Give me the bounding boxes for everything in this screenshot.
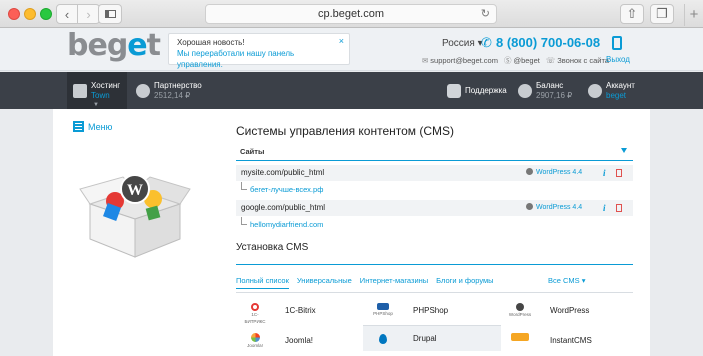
cms-item-phpshop[interactable]: PHPShop PHPShop xyxy=(371,297,501,323)
coins-icon xyxy=(518,83,532,98)
address-bar[interactable]: cp.beget.com ↻ xyxy=(205,4,497,24)
tabs-icon: ❐ xyxy=(656,6,668,21)
user-icon xyxy=(588,83,602,98)
skype-icon: Ⓢ xyxy=(503,56,512,65)
beget-logo[interactable]: beget xyxy=(67,28,161,63)
divider xyxy=(236,264,633,265)
main-navbar: Хостинг Town ▼ Партнерство 2512,14 ₽ Подде… xyxy=(0,72,703,109)
menu-button[interactable]: Меню xyxy=(73,121,112,132)
svg-text:W: W xyxy=(127,182,143,199)
info-icon[interactable]: i xyxy=(603,165,606,181)
filter-icon[interactable] xyxy=(621,148,627,153)
exit-link[interactable]: Выход xyxy=(606,55,630,64)
divider xyxy=(236,292,633,293)
phone-number[interactable]: 8 (800) 700-06-08 xyxy=(496,35,600,50)
share-button[interactable]: ⇧ xyxy=(620,4,644,24)
tab-full-list[interactable]: Полный список xyxy=(236,276,289,289)
cms-item-drupal[interactable]: Drupal xyxy=(363,325,501,351)
drupal-logo xyxy=(371,332,395,346)
tree-connector xyxy=(241,217,247,225)
site-header: beget Хорошая новость! Мы переработали н… xyxy=(0,28,703,71)
tree-connector xyxy=(241,182,247,190)
cms-item-joomla[interactable]: Joomla! Joomla! xyxy=(243,327,363,353)
all-cms-dropdown[interactable]: Все CMS ▾ xyxy=(548,276,586,285)
site-path: mysite.com/public_html xyxy=(241,168,325,177)
cms-item-1c-bitrix[interactable]: 1C-БИТРИКС 1C-Bitrix xyxy=(243,297,363,324)
tab-universal[interactable]: Универсальные xyxy=(297,276,352,289)
site-path: google.com/public_html xyxy=(241,203,326,212)
forward-button[interactable]: › xyxy=(78,4,100,24)
support-icon xyxy=(447,83,461,98)
nav-account[interactable]: Аккаунт beget xyxy=(582,72,642,109)
tab-blogs-forums[interactable]: Блоги и форумы xyxy=(436,276,493,289)
reload-icon[interactable]: ↻ xyxy=(481,5,490,23)
cms-item-instantcms[interactable]: InstantCMS xyxy=(508,327,633,353)
new-tab-button[interactable]: + xyxy=(684,4,703,26)
partner-icon xyxy=(136,83,150,98)
wordpress-icon xyxy=(526,203,533,210)
menu-icon xyxy=(73,121,84,132)
wordpress-logo: WordPress xyxy=(508,303,532,317)
server-icon xyxy=(73,83,87,98)
site-row[interactable]: google.com/public_html WordPress 4.4 i xyxy=(236,200,633,216)
site-row[interactable]: mysite.com/public_html WordPress 4.4 i xyxy=(236,165,633,181)
country-select[interactable]: Россия ▾ xyxy=(442,38,483,49)
info-icon[interactable]: i xyxy=(603,200,606,216)
share-icon: ⇧ xyxy=(626,6,638,21)
cms-box-illustration: W xyxy=(79,174,191,258)
instantcms-logo xyxy=(508,333,532,347)
browser-toolbar: ‹ › cp.beget.com ↻ ⇧ ❐ + xyxy=(0,0,703,28)
news-notification: Хорошая новость! Мы переработали нашу па… xyxy=(168,33,350,69)
site-domain-link[interactable]: hellomydiarfriend.com xyxy=(250,220,323,229)
cms-category-tabs: Полный список Универсальные Интернет-маг… xyxy=(236,276,633,289)
site-domain-link[interactable]: бегет-лучше-всех.рф xyxy=(250,185,323,194)
sidebar-toggle-button[interactable] xyxy=(98,4,122,24)
site-cms-link[interactable]: WordPress 4.4 xyxy=(526,165,582,181)
back-button[interactable]: ‹ xyxy=(56,4,78,24)
wordpress-icon xyxy=(526,168,533,175)
phone-small-icon: ☏ xyxy=(545,56,556,65)
joomla-logo: Joomla! xyxy=(243,333,267,348)
chevron-right-icon: › xyxy=(86,6,91,22)
page-title: Системы управления контентом (CMS) xyxy=(236,124,455,138)
nav-balance[interactable]: Баланс 2907,16 ₽ xyxy=(512,72,582,109)
trash-icon[interactable] xyxy=(616,204,622,212)
chevron-left-icon: ‹ xyxy=(64,6,70,22)
install-cms-title: Установка CMS xyxy=(236,242,309,253)
zoom-window-button[interactable] xyxy=(40,8,52,20)
nav-hosting[interactable]: Хостинг Town ▼ xyxy=(67,72,127,109)
sidebar-icon xyxy=(104,10,116,18)
skype-link[interactable]: Ⓢ @beget xyxy=(504,55,540,66)
tab-e-shops[interactable]: Интернет-магазины xyxy=(360,276,428,289)
bitrix-logo: 1C-БИТРИКС xyxy=(243,303,267,324)
phpshop-logo: PHPShop xyxy=(371,303,395,317)
nav-support[interactable]: Поддержка xyxy=(441,72,511,109)
close-icon[interactable]: × xyxy=(339,36,344,47)
trash-icon[interactable] xyxy=(616,169,622,177)
news-message-link[interactable]: Мы переработали нашу панель управления. xyxy=(177,48,341,70)
cms-item-wordpress[interactable]: WordPress WordPress xyxy=(508,297,633,323)
minimize-window-button[interactable] xyxy=(24,8,36,20)
site-cms-link[interactable]: WordPress 4.4 xyxy=(526,200,582,216)
news-title: Хорошая новость! xyxy=(177,38,245,47)
email-link[interactable]: ✉ support@beget.com xyxy=(422,56,498,65)
callback-link[interactable]: ☏ Звонок с сайта xyxy=(546,56,609,65)
show-tabs-button[interactable]: ❐ xyxy=(650,4,674,24)
exit-icon[interactable] xyxy=(612,36,622,50)
contacts-bar: ✉ support@beget.com Ⓢ @beget ☏ Звонок с сай… xyxy=(422,55,609,66)
nav-partnership[interactable]: Партнерство 2512,14 ₽ xyxy=(130,72,215,109)
content-panel: Меню W Системы управления контентом (CMS… xyxy=(53,109,650,356)
sites-table-header: Сайты xyxy=(236,147,633,161)
phone-icon: ✆ xyxy=(481,35,492,50)
chevron-down-icon: ▼ xyxy=(93,102,99,108)
close-window-button[interactable] xyxy=(8,8,20,20)
url-text: cp.beget.com xyxy=(317,8,385,20)
mail-icon: ✉ xyxy=(422,56,429,65)
